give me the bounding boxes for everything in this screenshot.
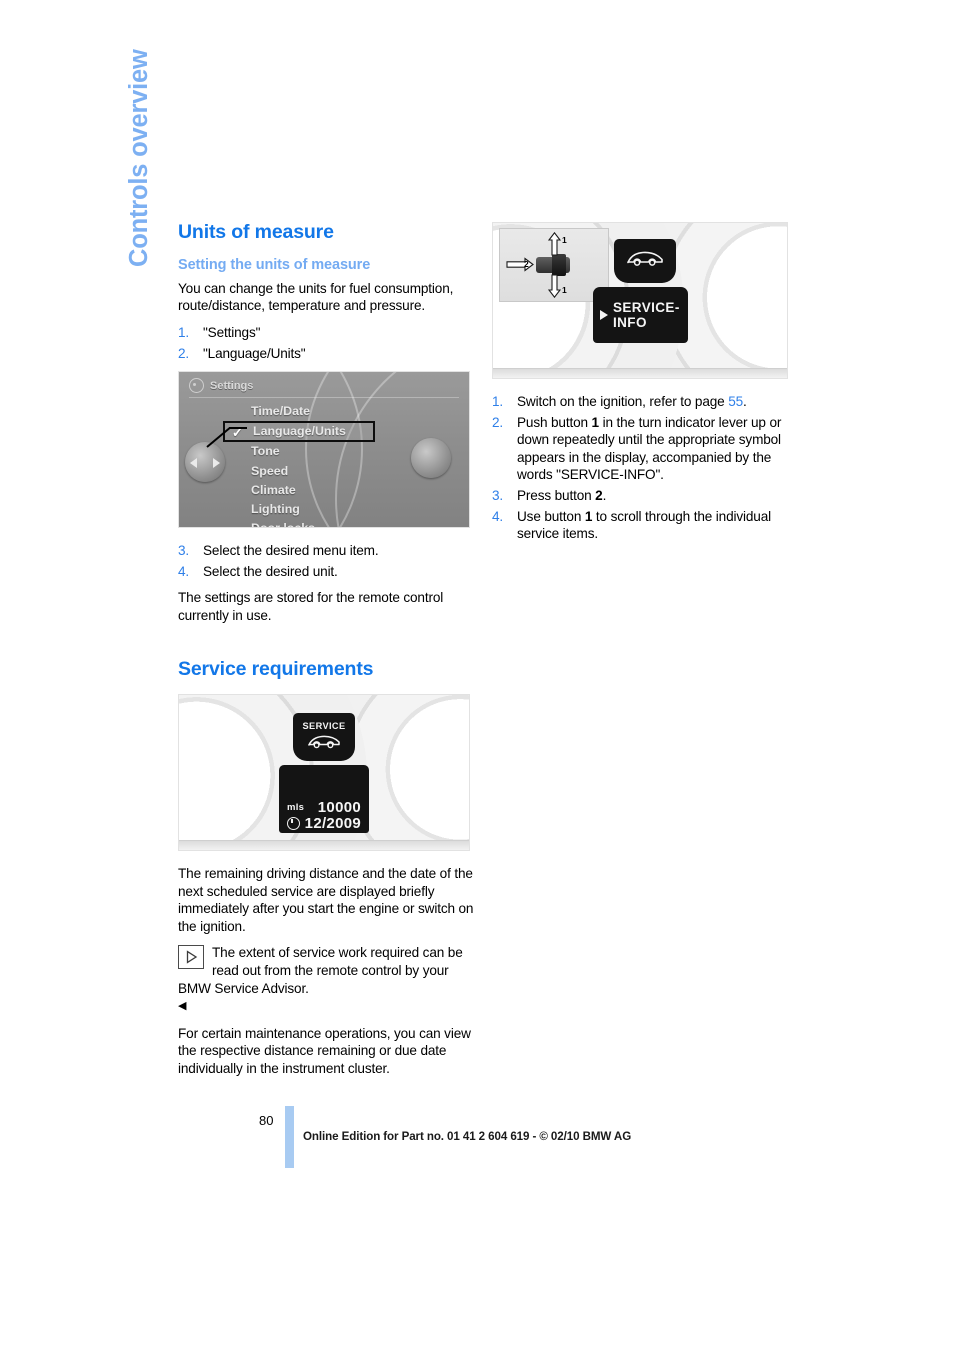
step-number: 2. bbox=[178, 345, 190, 361]
idrive-screen: Settings Time/Date ✓ Language/Units Tone… bbox=[179, 372, 469, 529]
step-number: 1. bbox=[178, 325, 190, 341]
figure-service-info-display: 1 1 2 SERVICE-INFO SVC0049 M04 bbox=[492, 222, 788, 379]
step-number: 4. bbox=[178, 563, 190, 579]
step-number: 1. bbox=[492, 394, 504, 409]
figure-idrive-settings-menu: Settings Time/Date ✓ Language/Units Tone… bbox=[178, 371, 470, 529]
menu-item-label: Speed bbox=[251, 463, 289, 478]
subsection-title-setting-units: Setting the units of measure bbox=[178, 257, 371, 274]
list-item: 1. "Settings" bbox=[178, 324, 474, 342]
arrow-right-icon bbox=[213, 458, 220, 469]
section-title-service-requirements: Service requirements bbox=[178, 657, 374, 680]
service-info-text: SERVICE- INFO bbox=[613, 300, 680, 330]
lever-button bbox=[552, 254, 566, 276]
page-number: 80 bbox=[259, 1113, 274, 1128]
step-text: Push button 1 in the turn indicator leve… bbox=[517, 414, 782, 483]
maintenance-paragraph: For certain maintenance operations, you … bbox=[178, 1025, 471, 1076]
idrive-menu-header: Settings bbox=[189, 378, 459, 394]
idrive-menu-item-climate[interactable]: Climate bbox=[237, 481, 459, 500]
callout-number-1-down: 1 bbox=[562, 285, 567, 295]
step-text: "Settings" bbox=[203, 325, 261, 341]
idrive-menu-item-door-locks[interactable]: Door locks bbox=[237, 519, 459, 529]
page-reference-link[interactable]: 55 bbox=[728, 394, 743, 409]
list-item: 4. Use button 1 to scroll through the in… bbox=[492, 508, 788, 543]
menu-item-label: Door locks bbox=[251, 521, 316, 529]
right-column: 1 1 2 SERVICE-INFO SVC0049 M04 1. Switch… bbox=[492, 222, 788, 552]
callout-leader-line bbox=[229, 427, 247, 430]
step-text: Select the desired unit. bbox=[203, 563, 338, 579]
list-item: 2. Push button 1 in the turn indicator l… bbox=[492, 414, 788, 484]
arrow-right-icon bbox=[506, 257, 534, 272]
footer-accent-bar bbox=[285, 1106, 294, 1168]
step-text: "Language/Units" bbox=[203, 345, 306, 361]
menu-item-label: Climate bbox=[251, 482, 296, 497]
step-number: 2. bbox=[492, 414, 504, 430]
list-item: 2. "Language/Units" bbox=[178, 345, 474, 363]
menu-item-label: Time/Date bbox=[251, 404, 310, 419]
callout-number-2: 2 bbox=[524, 259, 529, 269]
closing-paragraph: The settings are stored for the remote c… bbox=[178, 590, 444, 623]
idrive-menu-item-lighting[interactable]: Lighting bbox=[237, 500, 459, 519]
intro-paragraph: You can change the units for fuel consum… bbox=[178, 280, 454, 314]
page-footer: 80 Online Edition for Part no. 01 41 2 6… bbox=[0, 1106, 954, 1176]
clock-icon bbox=[287, 817, 300, 831]
service-info-line-2: INFO bbox=[613, 315, 647, 330]
step-text: Press button 2. bbox=[517, 487, 607, 503]
service-date-value: 12/2009 bbox=[304, 815, 361, 833]
service-values-panel: mls 10000 12/2009 bbox=[279, 765, 369, 834]
list-item: 3. Select the desired menu item. bbox=[178, 542, 474, 560]
car-icon bbox=[626, 250, 664, 272]
service-label: SERVICE bbox=[302, 720, 346, 731]
menu-item-label: Tone bbox=[251, 444, 280, 459]
idrive-controller-knob-right bbox=[411, 438, 451, 479]
service-info-line-1: SERVICE- bbox=[613, 300, 680, 315]
step-text: Select the desired menu item. bbox=[203, 543, 379, 559]
idrive-menu-item-language-units[interactable]: ✓ Language/Units bbox=[223, 421, 375, 443]
service-info-text-panel: SERVICE- INFO bbox=[593, 287, 688, 343]
menu-item-label: Lighting bbox=[251, 501, 300, 516]
figure-service-display: SERVICE mls 10000 12/2009 SVC0050 M04 bbox=[178, 694, 470, 852]
menu-item-label: Language/Units bbox=[253, 424, 346, 439]
step-number: 4. bbox=[492, 508, 504, 524]
list-item: 4. Select the desired unit. bbox=[178, 563, 474, 581]
step-text: Use button 1 to scroll through the indiv… bbox=[517, 508, 771, 542]
play-triangle-icon bbox=[600, 310, 608, 320]
idrive-header-divider bbox=[189, 397, 459, 399]
edition-note: Online Edition for Part no. 01 41 2 604 … bbox=[303, 1130, 632, 1143]
idrive-menu-item-time-date[interactable]: Time/Date bbox=[237, 402, 459, 421]
button-reference: 1 bbox=[591, 414, 600, 430]
step-text: Switch on the ignition, refer to page 55… bbox=[517, 394, 747, 409]
distance-unit-label: mls bbox=[287, 802, 305, 814]
triangle-right-icon bbox=[178, 945, 204, 970]
distance-value: 10000 bbox=[317, 799, 361, 817]
chapter-side-tab-label: Controls overview bbox=[124, 49, 153, 267]
list-item: 1. Switch on the ignition, refer to page… bbox=[492, 393, 788, 411]
steps-list-after-figure: 3. Select the desired menu item. 4. Sele… bbox=[178, 542, 474, 580]
service-info-steps-list: 1. Switch on the ignition, refer to page… bbox=[492, 393, 788, 543]
service-indicator-panel: SERVICE bbox=[293, 713, 355, 762]
note-end-mark: ◀ bbox=[178, 1000, 187, 1013]
left-column: Units of measure Setting the units of me… bbox=[178, 221, 474, 1087]
gear-icon bbox=[189, 378, 204, 394]
note-text: The extent of service work required can … bbox=[178, 945, 463, 996]
step-number: 3. bbox=[492, 487, 504, 503]
service-car-symbol-panel bbox=[614, 239, 676, 283]
arrow-left-icon bbox=[190, 458, 197, 469]
car-icon bbox=[307, 734, 341, 754]
arrow-up-icon bbox=[547, 231, 562, 256]
service-date-row: 12/2009 bbox=[287, 815, 361, 832]
steps-list-before-figure: 1. "Settings" 2. "Language/Units" bbox=[178, 324, 474, 362]
callout-number-1-up: 1 bbox=[562, 235, 567, 245]
arrow-down-icon bbox=[547, 274, 562, 299]
idrive-menu-title: Settings bbox=[210, 379, 254, 392]
step-number: 3. bbox=[178, 543, 190, 559]
button-reference: 2 bbox=[595, 487, 603, 503]
note-block: The extent of service work required can … bbox=[178, 944, 474, 1015]
section-title-units-of-measure: Units of measure bbox=[178, 221, 334, 243]
chapter-side-tab: Controls overview bbox=[118, 0, 160, 267]
service-distance-row: mls 10000 bbox=[287, 799, 361, 816]
list-item: 3. Press button 2. bbox=[492, 487, 788, 505]
service-description-paragraph: The remaining driving distance and the d… bbox=[178, 866, 474, 934]
idrive-controller-knob-left bbox=[185, 442, 225, 483]
